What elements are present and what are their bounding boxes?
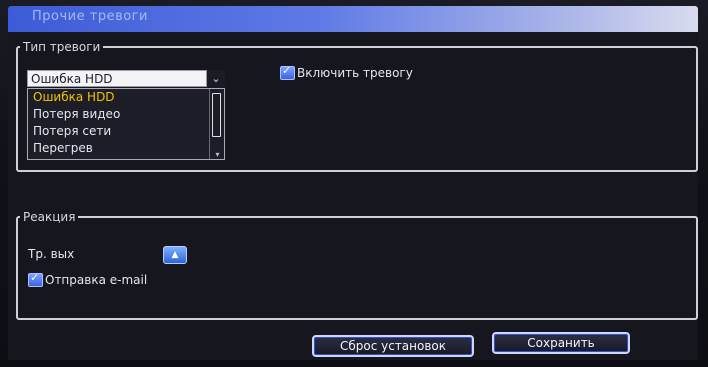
alarm-type-dropdown-list[interactable]: Ошибка HDD Потеря видео Потеря сети Пере… [27,88,225,160]
send-email-label: Отправка e-mail [45,272,148,287]
alarm-type-select[interactable]: Ошибка HDD ⌄ [27,70,225,87]
dvr-screen: Прочие тревоги Тип тревоги Ошибка HDD ⌄ … [0,0,708,367]
alarm-output-settings-button[interactable]: ▲ [163,246,187,264]
enable-alarm-row[interactable]: Включить тревогу [280,64,413,80]
list-item[interactable]: Потеря видео [28,106,224,123]
chevron-down-icon[interactable]: ⌄ [206,70,225,87]
save-button[interactable]: Сохранить [492,332,630,354]
list-item[interactable]: Перегрев [28,140,224,157]
list-item[interactable]: Ошибка HDD [28,89,224,106]
alarm-type-selected-value: Ошибка HDD [31,72,113,86]
enable-alarm-checkbox[interactable] [280,64,295,80]
list-scrollbar[interactable]: ▾ [209,89,224,159]
reaction-legend: Реакция [23,210,76,224]
window-title: Прочие тревоги [32,9,148,24]
settings-window: Тип тревоги Ошибка HDD ⌄ Ошибка HDD Поте… [8,32,698,360]
alarm-output-label: Тр. вых [28,247,75,261]
send-email-row[interactable]: Отправка e-mail [28,271,148,287]
window-titlebar: Прочие тревоги [8,6,698,32]
alarm-type-legend: Тип тревоги [23,40,101,54]
list-item[interactable]: Потеря сети [28,123,224,140]
scrollbar-thumb[interactable] [212,93,221,137]
enable-alarm-label: Включить тревогу [297,65,413,80]
reset-settings-button[interactable]: Сброс установок [312,335,474,357]
send-email-checkbox[interactable] [28,271,43,287]
settings-icon: ▲ [171,250,179,260]
reaction-group: Реакция [16,210,698,320]
scroll-down-icon[interactable]: ▾ [213,151,222,159]
